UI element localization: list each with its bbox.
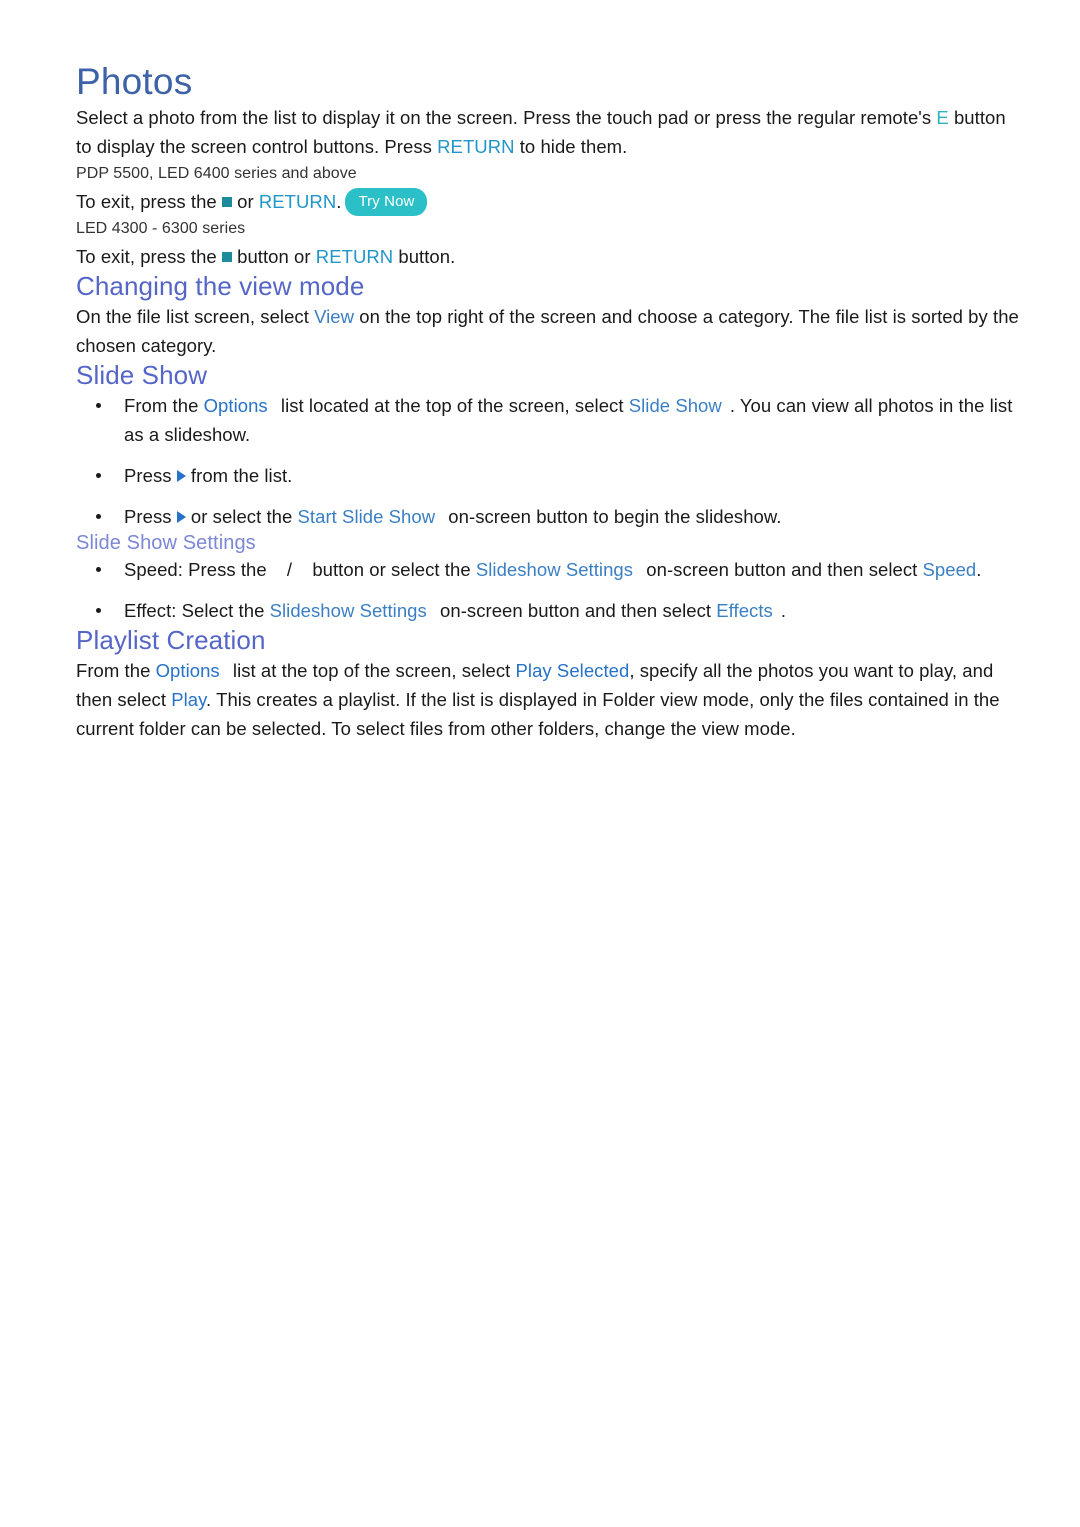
slideshow-settings-link[interactable]: Slideshow Settings	[476, 559, 633, 580]
exit-b-suffix: button.	[393, 245, 456, 267]
remote-e-button-icon: E	[936, 106, 949, 128]
subsection-heading-slide-show-settings: Slide Show Settings	[76, 532, 256, 555]
play-link[interactable]: Play	[171, 689, 206, 710]
remote-fast-forward-icon	[292, 575, 307, 576]
view-mode-part1: On the file list screen, select	[76, 305, 315, 327]
play-triangle-icon	[176, 470, 186, 483]
exit-b-prefix: To exit, press the	[76, 245, 222, 267]
effect-part3: .	[780, 600, 787, 622]
exit-instruction-b: To exit, press the button or RETURN butt…	[76, 242, 1020, 271]
exit-a-mid: or	[231, 190, 259, 212]
options-link[interactable]: Options	[204, 395, 268, 416]
view-mode-paragraph: On the file list screen, select View on …	[76, 302, 1020, 360]
bullet2-part2: or select the	[185, 506, 298, 528]
playlist-paragraph: From the Options list at the top of the …	[76, 656, 1020, 743]
bullet0-part1: From the	[124, 395, 204, 417]
playlist-part4: . This creates a playlist. If the list i…	[76, 689, 1000, 740]
exit-a-prefix: To exit, press the	[76, 190, 222, 212]
section-heading-slide-show: Slide Show	[76, 359, 208, 390]
page-title: Photos	[76, 61, 193, 102]
intro-paragraph: Select a photo from the list to display …	[76, 103, 1020, 161]
list-item: Press from the list.	[76, 461, 1020, 490]
exit-instruction-a: To exit, press the or RETURN. Try Now	[76, 187, 1020, 216]
speed-part2: button or select the	[307, 559, 476, 581]
slideshow-settings-link[interactable]: Slideshow Settings	[270, 600, 427, 621]
list-item: From the Options list located at the top…	[76, 391, 1020, 449]
model-note-b: LED 4300 - 6300 series	[76, 219, 246, 237]
list-item: Speed: Press the / button or select the …	[76, 555, 1020, 584]
speed-separator: /	[286, 559, 293, 581]
stop-square-icon	[221, 196, 232, 207]
speed-part3: on-screen button and then select	[641, 559, 923, 581]
play-triangle-icon	[176, 511, 186, 524]
return-link[interactable]: RETURN	[316, 246, 393, 267]
bullet2-part1: Press	[124, 506, 177, 528]
view-link[interactable]: View	[314, 306, 354, 327]
bullet1-part1: Press	[124, 465, 177, 487]
slide-show-link[interactable]: Slide Show	[629, 395, 722, 416]
bullet1-part2: from the list.	[185, 465, 293, 487]
remote-rewind-icon	[272, 575, 287, 576]
speed-part1: Speed: Press the	[124, 559, 272, 581]
try-now-badge[interactable]: Try Now	[345, 187, 428, 216]
options-link[interactable]: Options	[156, 660, 220, 681]
exit-b-mid: button or	[231, 245, 316, 267]
bullet2-part3: on-screen button to begin the slideshow.	[443, 506, 782, 528]
intro-text-part3: to hide them.	[514, 135, 628, 157]
slide-show-bullet-list: From the Options list located at the top…	[76, 391, 1020, 531]
list-item: Press or select the Start Slide Show on-…	[76, 502, 1020, 531]
return-link[interactable]: RETURN	[437, 136, 514, 157]
start-slide-show-link[interactable]: Start Slide Show	[298, 506, 436, 527]
model-note-a: PDP 5500, LED 6400 series and above	[76, 164, 357, 182]
document-page: Photos Select a photo from the list to d…	[0, 0, 1080, 1527]
speed-part4: .	[976, 559, 982, 581]
play-selected-link[interactable]: Play Selected	[516, 660, 630, 681]
section-heading-playlist-creation: Playlist Creation	[76, 625, 266, 656]
effect-part2: on-screen button and then select	[434, 600, 717, 622]
playlist-part2: list at the top of the screen, select	[227, 660, 516, 682]
return-link[interactable]: RETURN	[259, 191, 336, 212]
slide-show-settings-bullet-list: Speed: Press the / button or select the …	[76, 555, 1020, 625]
speed-link[interactable]: Speed	[923, 559, 977, 580]
playlist-part1: From the	[76, 660, 156, 682]
bullet0-part2: list located at the top of the screen, s…	[275, 395, 629, 417]
effect-part1: Effect: Select the	[124, 600, 270, 622]
effects-link[interactable]: Effects	[716, 600, 773, 621]
section-heading-view-mode: Changing the view mode	[76, 270, 365, 301]
exit-a-suffix: .	[336, 190, 342, 212]
stop-square-icon	[221, 251, 232, 262]
intro-text-part1: Select a photo from the list to display …	[76, 106, 937, 128]
list-item: Effect: Select the Slideshow Settings on…	[76, 596, 1020, 625]
